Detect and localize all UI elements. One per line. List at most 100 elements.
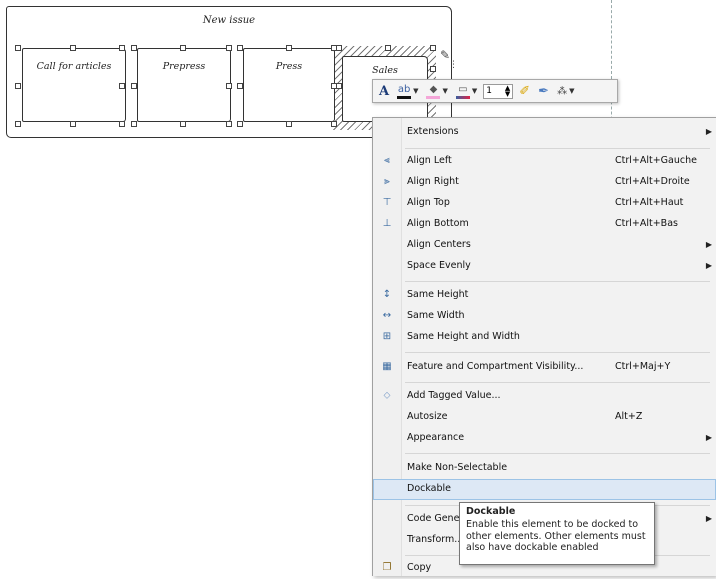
align-left-icon: ⫷ <box>384 155 390 166</box>
selection-handle[interactable] <box>226 83 232 89</box>
menu-item-appearance[interactable]: Appearance ▶ <box>373 428 716 449</box>
fill-color-button[interactable]: ◆ ▼ <box>424 82 449 100</box>
selection-handle[interactable] <box>15 45 21 51</box>
menu-item-same-width[interactable]: ↔ Same Width <box>373 306 716 327</box>
menu-item-label: Transform... <box>407 534 464 545</box>
layout-button[interactable]: ⁂ ▼ <box>555 82 576 100</box>
selection-handle[interactable] <box>331 121 337 127</box>
menu-item-label: Align Top <box>407 197 450 208</box>
selection-handle[interactable] <box>385 45 391 51</box>
selection-handle[interactable] <box>286 45 292 51</box>
selection-handle[interactable] <box>131 83 137 89</box>
tag-icon: ⬦ <box>383 390 391 401</box>
selection-handle[interactable] <box>70 45 76 51</box>
copy-icon: ❐ <box>382 562 392 573</box>
feature-visibility-icon: ▦ <box>382 361 392 372</box>
menu-separator <box>405 453 710 454</box>
menu-item-label: Make Non-Selectable <box>407 462 508 473</box>
selection-handle[interactable] <box>119 121 125 127</box>
dockable-tooltip: Dockable Enable this element to be docke… <box>459 502 655 565</box>
menu-item-label: Appearance <box>407 432 465 443</box>
menu-item-label: Dockable <box>407 483 452 494</box>
format-painter-icon[interactable]: ✐ <box>517 82 532 100</box>
spinner-arrows-icon[interactable]: ▲ ▼ <box>505 85 510 98</box>
line-color-button[interactable]: ▭ ▼ <box>454 82 479 100</box>
selection-handle[interactable] <box>237 121 243 127</box>
line-width-spinner[interactable]: 1 ▲ ▼ <box>483 83 514 99</box>
box-press[interactable]: Press <box>243 48 335 122</box>
align-right-icon: ⫸ <box>384 176 390 187</box>
dropdown-arrow-icon: ▼ <box>471 87 478 95</box>
menu-item-shortcut: Ctrl+Alt+Bas <box>615 218 678 229</box>
menu-item-shortcut: Ctrl+Alt+Droite <box>615 176 690 187</box>
menu-item-autosize[interactable]: Autosize Alt+Z <box>373 407 716 428</box>
box-prepress[interactable]: Prepress <box>137 48 231 122</box>
menu-item-space-evenly[interactable]: Space Evenly ▶ <box>373 256 716 277</box>
menu-item-label: Align Bottom <box>407 218 469 229</box>
box-label: Sales <box>372 65 398 76</box>
selection-handle[interactable] <box>15 121 21 127</box>
menu-item-same-height[interactable]: ↕ Same Height <box>373 285 716 306</box>
selection-handle[interactable] <box>180 121 186 127</box>
box-label: Prepress <box>162 61 206 72</box>
same-height-icon: ↕ <box>382 289 392 300</box>
tooltip-line: other elements. Other elements must <box>466 530 646 542</box>
menu-item-shortcut: Ctrl+Alt+Gauche <box>615 155 697 166</box>
menu-item-make-non-selectable[interactable]: Make Non-Selectable <box>373 458 716 479</box>
format-toolbar: A ab ▼ ◆ ▼ ▭ ▼ 1 ▲ ▼ ✐ ✒ ⁂ ▼ <box>372 79 618 103</box>
selection-handle[interactable] <box>131 121 137 127</box>
dotted-marker-icon: ⋮ <box>449 60 458 70</box>
menu-item-label: Align Left <box>407 155 452 166</box>
menu-item-feature-visibility[interactable]: ▦ Feature and Compartment Visibility... … <box>373 357 716 378</box>
tooltip-body: Enable this element to be docked to othe… <box>466 519 648 554</box>
selection-handle[interactable] <box>180 45 186 51</box>
submenu-arrow-icon: ▶ <box>705 261 712 270</box>
menu-separator <box>405 148 710 149</box>
menu-item-extensions[interactable]: Extensions ▶ <box>373 122 716 143</box>
selection-handle[interactable] <box>226 121 232 127</box>
selection-handle[interactable] <box>430 45 436 51</box>
menu-item-dockable[interactable]: Dockable <box>373 479 716 500</box>
same-size-icon: ⊞ <box>382 331 392 342</box>
menu-separator <box>405 281 710 282</box>
selection-handle[interactable] <box>226 45 232 51</box>
menu-item-label: Same Width <box>407 310 465 321</box>
selection-handle[interactable] <box>15 83 21 89</box>
selection-handle[interactable] <box>237 45 243 51</box>
selection-handle[interactable] <box>286 121 292 127</box>
menu-item-same-height-and-width[interactable]: ⊞ Same Height and Width <box>373 327 716 348</box>
menu-item-align-centers[interactable]: Align Centers ▶ <box>373 235 716 256</box>
menu-item-label: Autosize <box>407 411 448 422</box>
menu-item-align-left[interactable]: ⫷ Align Left Ctrl+Alt+Gauche <box>373 151 716 172</box>
menu-item-shortcut: Ctrl+Alt+Haut <box>615 197 684 208</box>
menu-item-add-tagged-value[interactable]: ⬦ Add Tagged Value... <box>373 386 716 407</box>
selection-handle[interactable] <box>119 83 125 89</box>
eyedropper-icon[interactable]: ✒ <box>536 82 551 100</box>
selection-handle[interactable] <box>131 45 137 51</box>
line-color-icon: ▭ <box>458 83 468 95</box>
menu-item-align-bottom[interactable]: ⊥ Align Bottom Ctrl+Alt+Bas <box>373 214 716 235</box>
menu-item-align-right[interactable]: ⫸ Align Right Ctrl+Alt+Droite <box>373 172 716 193</box>
layout-icon: ⁂ <box>557 85 568 97</box>
dropdown-arrow-icon: ▼ <box>413 87 419 95</box>
menu-item-label: Code Gene <box>407 513 460 524</box>
diagram-title: New issue <box>202 15 256 26</box>
selection-handle[interactable] <box>119 45 125 51</box>
box-label: Call for articles <box>36 61 112 72</box>
selection-handle[interactable] <box>237 83 243 89</box>
menu-item-shortcut: Ctrl+Maj+Y <box>615 361 671 372</box>
selection-handle[interactable] <box>336 83 342 89</box>
font-icon[interactable]: A <box>377 82 391 100</box>
tooltip-line: also have dockable enabled <box>466 542 599 553</box>
selection-handle[interactable] <box>430 66 436 72</box>
selection-handle[interactable] <box>336 45 342 51</box>
menu-item-label: Same Height and Width <box>407 331 520 342</box>
menu-item-label: Feature and Compartment Visibility... <box>407 361 584 372</box>
submenu-arrow-icon: ▶ <box>705 127 712 136</box>
box-call-for-articles[interactable]: Call for articles <box>22 48 126 122</box>
menu-item-shortcut: Alt+Z <box>615 411 643 422</box>
text-color-button[interactable]: ab ▼ <box>395 82 420 100</box>
menu-item-align-top[interactable]: ⊤ Align Top Ctrl+Alt+Haut <box>373 193 716 214</box>
menu-item-label: Align Centers <box>407 239 471 250</box>
selection-handle[interactable] <box>70 121 76 127</box>
